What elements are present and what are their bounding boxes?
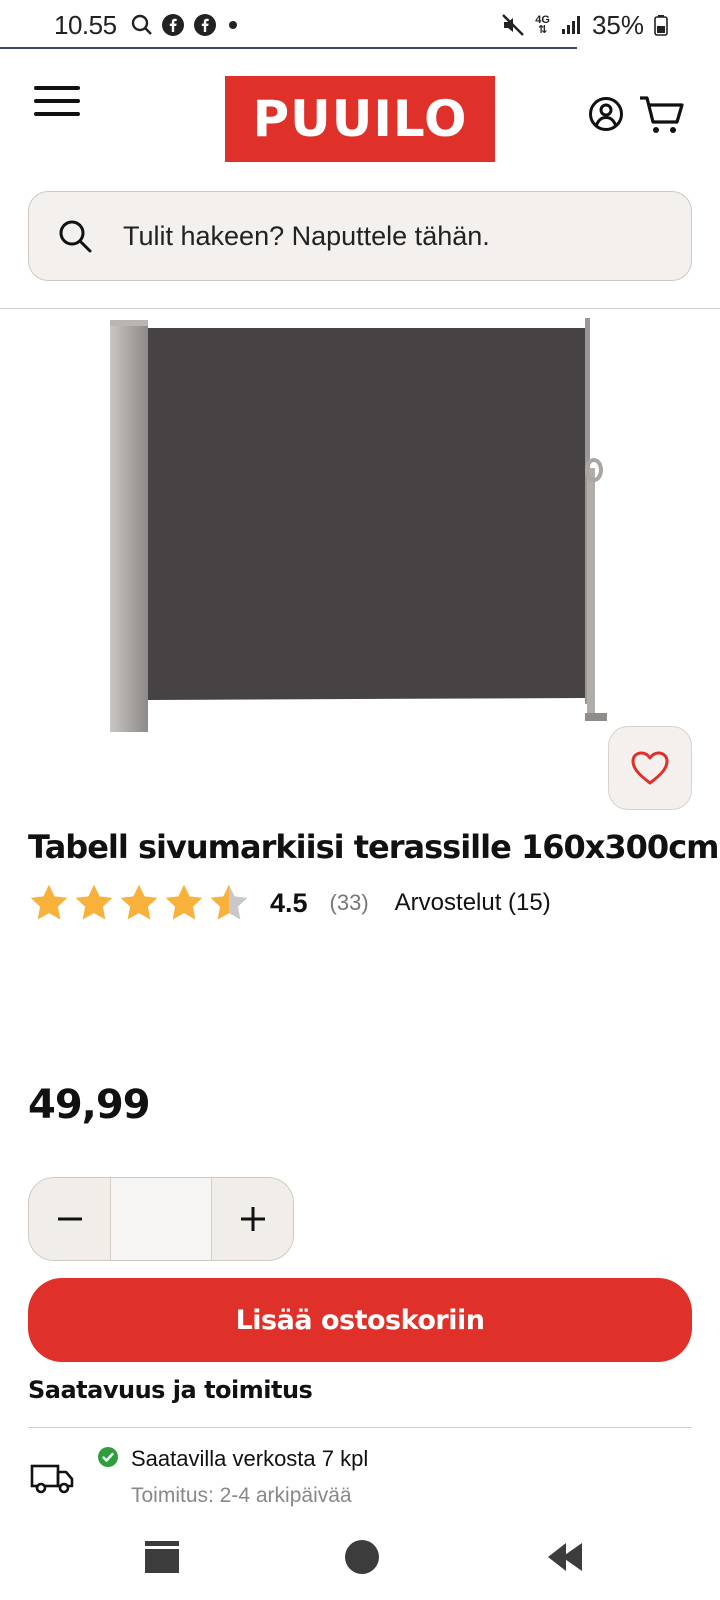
minus-icon — [57, 1217, 82, 1221]
search-placeholder: Tulit hakeen? Naputtele tähän. — [123, 220, 490, 251]
heart-icon — [631, 751, 669, 785]
menu-bar — [34, 86, 80, 90]
quantity-stepper — [28, 1177, 294, 1261]
logo-text: PUUILO — [252, 90, 468, 148]
mute-icon — [502, 14, 525, 36]
star-rating — [28, 882, 250, 924]
signal-icon — [561, 16, 580, 34]
status-system-icons: 4G ⇅ 35% — [501, 10, 668, 41]
stock-status: Saatavilla verkosta 7 kpl — [131, 1446, 369, 1471]
half-star-icon — [210, 884, 248, 920]
network-label: 4G — [535, 14, 550, 26]
availability-divider — [28, 1427, 692, 1428]
delivery-time: Toimitus: 2-4 arkipäivää — [131, 1484, 352, 1507]
status-time: 10.55 — [54, 9, 117, 40]
star-icon — [120, 884, 158, 920]
star-icon — [75, 884, 113, 920]
availability-heading: Saatavuus ja toimitus — [28, 1376, 313, 1404]
star-icon — [165, 884, 203, 920]
search-notification-icon — [131, 14, 152, 35]
delivery-truck-icon — [30, 1464, 74, 1494]
add-to-cart-label: Lisää ostoskoriin — [235, 1304, 485, 1336]
product-price: 49,99 — [28, 1082, 151, 1128]
site-header: PUUILO — [0, 50, 720, 180]
home-button-icon[interactable] — [345, 1540, 379, 1574]
dot-icon — [228, 21, 237, 29]
header-divider — [0, 308, 720, 309]
quantity-input[interactable] — [110, 1178, 212, 1260]
rating-value: 4.5 — [270, 887, 308, 918]
back-icon[interactable] — [546, 1541, 586, 1573]
status-bar: 10.55 4G ⇅ 35% — [0, 0, 720, 50]
search-input[interactable]: Tulit hakeen? Naputtele tähän. — [28, 191, 692, 281]
facebook-notification-icon — [193, 14, 216, 36]
facebook-notification-icon — [161, 14, 184, 36]
battery-icon — [654, 15, 668, 36]
network-type: 4G ⇅ — [535, 14, 550, 36]
increase-quantity-button[interactable] — [212, 1178, 293, 1260]
system-navigation-bar — [0, 1510, 720, 1600]
recent-apps-icon[interactable] — [143, 1540, 181, 1574]
page-load-progress — [0, 47, 577, 49]
add-to-cart-button[interactable]: Lisää ostoskoriin — [28, 1278, 692, 1362]
account-icon[interactable] — [588, 96, 624, 132]
product-image[interactable] — [100, 318, 630, 748]
favorite-button[interactable] — [608, 726, 692, 810]
product-title: Tabell sivumarkiisi terassille 160x300cm — [28, 828, 719, 866]
rating-row: 4.5 (33) Arvostelut (15) — [28, 880, 551, 926]
reviews-link[interactable]: Arvostelut (15) — [395, 889, 551, 917]
in-stock-check-icon — [98, 1447, 118, 1467]
menu-bar — [34, 112, 80, 116]
battery-percent: 35% — [591, 9, 644, 40]
decrease-quantity-button[interactable] — [29, 1178, 110, 1260]
rating-count: (33) — [329, 890, 369, 915]
menu-bar — [34, 99, 80, 103]
hamburger-menu-button[interactable] — [34, 86, 80, 120]
star-icon — [30, 884, 68, 920]
search-icon — [59, 220, 92, 253]
shopping-cart-icon[interactable] — [638, 94, 684, 136]
site-logo[interactable]: PUUILO — [225, 76, 495, 162]
status-notification-icons — [131, 13, 241, 37]
plus-icon — [240, 1207, 265, 1231]
